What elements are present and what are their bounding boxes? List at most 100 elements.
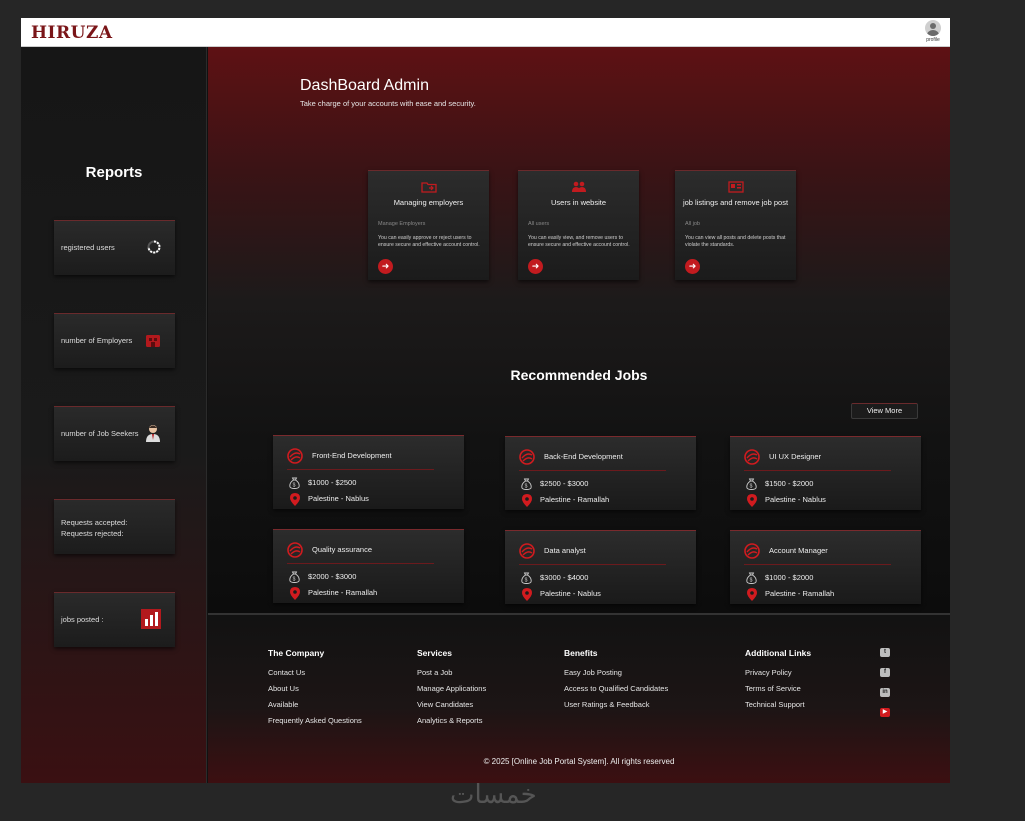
job-title: Back-End Development: [544, 452, 623, 461]
divider: [744, 470, 891, 471]
reports-title: Reports: [85, 164, 143, 181]
report-card-employers[interactable]: number of Employers: [54, 313, 175, 368]
footer-link[interactable]: Manage Applications: [417, 684, 486, 693]
profile-button[interactable]: profile: [924, 20, 942, 43]
view-more-button[interactable]: View More: [851, 403, 918, 419]
footer-link[interactable]: Contact Us: [268, 668, 362, 677]
linkedin-icon[interactable]: in: [880, 688, 890, 697]
go-arrow-icon[interactable]: ➜: [528, 259, 543, 274]
report-label: number of Employers: [61, 336, 133, 345]
svg-text:$: $: [525, 484, 528, 490]
footer-link[interactable]: Access to Qualified Candidates: [564, 684, 668, 693]
job-card[interactable]: Front-End Development $ $1000 - $2500 Pa…: [273, 435, 464, 509]
job-card[interactable]: Account Manager $ $1000 - $2000 Palestin…: [730, 530, 921, 604]
footer-link[interactable]: Privacy Policy: [745, 668, 811, 677]
divider: [519, 470, 666, 471]
top-bar: HIRUZA profile: [21, 18, 950, 47]
location-pin-icon: [290, 587, 300, 605]
job-card[interactable]: UI UX Designer $ $1500 - $2000 Palestine…: [730, 436, 921, 510]
twitter-icon[interactable]: t: [880, 648, 890, 657]
job-location: Palestine - Nablus: [765, 495, 826, 504]
report-card-jobs-posted[interactable]: jobs posted :: [54, 592, 175, 647]
svg-text:$: $: [525, 578, 528, 584]
admin-card-title: Users in website: [550, 198, 607, 207]
main-content: DashBoard Admin Take charge of your acco…: [208, 47, 950, 613]
facebook-icon[interactable]: f: [880, 668, 890, 677]
recommended-jobs-title: Recommended Jobs: [510, 367, 648, 383]
admin-card-managing-employers[interactable]: Managing employers Manage Employers You …: [368, 170, 489, 280]
job-title: Account Manager: [769, 546, 828, 555]
location-pin-icon: [747, 588, 757, 606]
report-card-requests[interactable]: Requests accepted: Requests rejected:: [54, 499, 175, 554]
admin-card-title: job listings and remove job post: [682, 198, 789, 207]
location-pin-icon: [522, 588, 532, 606]
company-logo-icon: [287, 542, 303, 563]
divider: [519, 564, 666, 565]
employee-avatar-icon: [145, 424, 161, 444]
admin-card-description: You can view all posts and delete posts …: [685, 235, 786, 248]
location-pin-icon: [290, 493, 300, 511]
admin-card-link[interactable]: Manage Employers: [378, 221, 425, 227]
svg-text:$: $: [293, 577, 296, 583]
footer-column-additional-links: Additional Links Privacy Policy Terms of…: [745, 648, 811, 716]
sidebar: Reports registered users number of Emplo…: [21, 47, 207, 783]
footer-link[interactable]: Easy Job Posting: [564, 668, 668, 677]
svg-text:$: $: [293, 483, 296, 489]
money-bag-icon: $: [521, 571, 532, 589]
go-arrow-icon[interactable]: ➜: [685, 259, 700, 274]
money-bag-icon: $: [521, 477, 532, 495]
building-icon: [145, 332, 161, 350]
footer-column-benefits: Benefits Easy Job Posting Access to Qual…: [564, 648, 668, 716]
users-icon: [518, 180, 639, 198]
profile-label: profile: [926, 37, 940, 43]
job-salary: $1000 - $2500: [308, 478, 357, 487]
footer-column-company: The Company Contact Us About Us Availabl…: [268, 648, 362, 732]
job-salary: $2500 - $3000: [540, 479, 589, 488]
footer-link[interactable]: Post a Job: [417, 668, 486, 677]
job-card[interactable]: Quality assurance $ $2000 - $3000 Palest…: [273, 529, 464, 603]
footer-column-title: Benefits: [564, 648, 598, 658]
location-pin-icon: [522, 494, 532, 512]
job-salary: $2000 - $3000: [308, 572, 357, 581]
logo[interactable]: HIRUZA: [31, 23, 113, 43]
money-bag-icon: $: [289, 476, 300, 494]
company-logo-icon: [519, 449, 535, 470]
footer-link[interactable]: Frequently Asked Questions: [268, 716, 362, 725]
company-logo-icon: [287, 448, 303, 469]
job-card[interactable]: Back-End Development $ $2500 - $3000 Pal…: [505, 436, 696, 510]
footer-link[interactable]: View Candidates: [417, 700, 486, 709]
footer-link[interactable]: Analytics & Reports: [417, 716, 486, 725]
money-bag-icon: $: [746, 571, 757, 589]
admin-card-title: Managing employers: [393, 198, 464, 207]
admin-card-description: You can easily approve or reject users t…: [378, 235, 480, 248]
job-location: Palestine - Nablus: [540, 589, 601, 598]
admin-card-job-listings[interactable]: job listings and remove job post All job…: [675, 170, 796, 280]
job-title: Front-End Development: [312, 451, 392, 460]
go-arrow-icon[interactable]: ➜: [378, 259, 393, 274]
copyright: © 2025 [Online Job Portal System]. All r…: [483, 757, 675, 766]
social-links: t f in ▶: [880, 648, 890, 728]
job-location: Palestine - Ramallah: [540, 495, 610, 504]
job-location: Palestine - Ramallah: [308, 588, 378, 597]
job-location: Palestine - Ramallah: [765, 589, 835, 598]
footer: The Company Contact Us About Us Availabl…: [208, 613, 950, 783]
folder-icon: [368, 180, 489, 198]
job-title: Quality assurance: [312, 545, 373, 554]
footer-link[interactable]: About Us: [268, 684, 362, 693]
job-card[interactable]: Data analyst $ $3000 - $4000 Palestine -…: [505, 530, 696, 604]
admin-card-users[interactable]: Users in website All users You can easil…: [518, 170, 639, 280]
report-card-registered-users[interactable]: registered users: [54, 220, 175, 275]
divider: [287, 469, 434, 470]
report-card-job-seekers[interactable]: number of Job Seekers: [54, 406, 175, 461]
admin-card-link[interactable]: All job: [685, 221, 700, 227]
admin-card-link[interactable]: All users: [528, 221, 549, 227]
footer-column-services: Services Post a Job Manage Applications …: [417, 648, 486, 732]
requests-rejected-label: Requests rejected:: [61, 529, 124, 538]
company-logo-icon: [744, 449, 760, 470]
footer-link[interactable]: Technical Support: [745, 700, 811, 709]
youtube-icon[interactable]: ▶: [880, 708, 890, 717]
footer-link[interactable]: Available: [268, 700, 362, 709]
footer-link[interactable]: Terms of Service: [745, 684, 811, 693]
footer-link[interactable]: User Ratings & Feedback: [564, 700, 668, 709]
job-salary: $1500 - $2000: [765, 479, 814, 488]
